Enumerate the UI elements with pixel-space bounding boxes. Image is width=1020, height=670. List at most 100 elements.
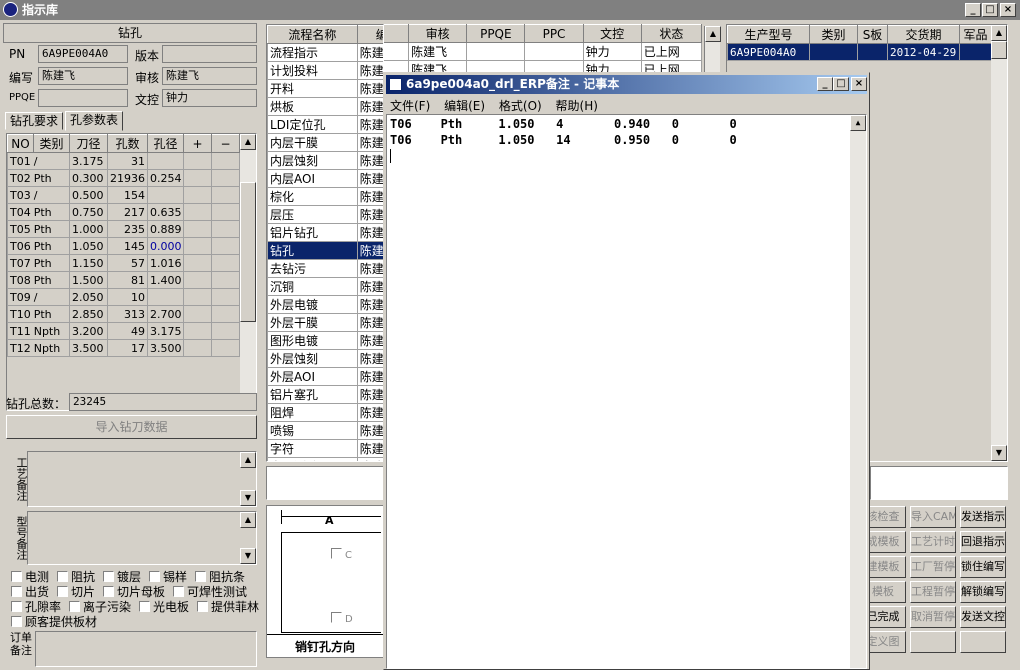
process-name[interactable]: LDI定位孔 xyxy=(267,115,358,134)
action-button[interactable]: 锁住编写 xyxy=(960,556,1006,578)
right-input[interactable] xyxy=(870,466,1008,500)
table-row[interactable]: 钻孔 陈建 xyxy=(267,241,383,260)
scroll-up-icon[interactable]: ▲ xyxy=(240,512,256,528)
menu-file[interactable]: 文件(F) xyxy=(390,99,430,113)
table-row[interactable]: 内层干膜 陈建 xyxy=(267,133,383,152)
scroll-up-icon[interactable]: ▲ xyxy=(850,115,866,131)
action-button[interactable]: 取消暂停 xyxy=(910,606,956,628)
table-row[interactable]: 阻焊 陈建 xyxy=(267,403,383,422)
option-checkbox[interactable]: 提供菲林 xyxy=(197,598,259,615)
review-field[interactable]: 陈建飞 xyxy=(162,67,257,85)
table-row[interactable]: 6A9PE004A0 2012-04-29 xyxy=(727,43,992,61)
action-button[interactable]: 工程暂停 xyxy=(910,581,956,603)
process-name[interactable]: 内层干膜 xyxy=(267,133,358,152)
table-row[interactable]: 喷锡 陈建 xyxy=(267,421,383,440)
notepad-minimize-button[interactable]: _ xyxy=(817,77,833,91)
action-button[interactable]: 发送文控 xyxy=(960,606,1006,628)
order-table-scrollbar[interactable]: ▲ ▼ xyxy=(991,25,1007,461)
scroll-up-icon[interactable]: ▲ xyxy=(705,26,721,42)
table-row[interactable]: 棕化 陈建 xyxy=(267,187,383,206)
process-name[interactable]: 铝片塞孔 xyxy=(267,385,358,404)
pn-field[interactable]: 6A9PE004A0 xyxy=(38,45,128,63)
process-name[interactable]: 字符 xyxy=(267,439,358,458)
table-row[interactable]: T05 Pth 1.000 235 0.889 xyxy=(7,220,240,238)
scroll-down-icon[interactable]: ▼ xyxy=(240,548,256,564)
table-row[interactable]: 字符 陈建 xyxy=(267,439,383,458)
version-field[interactable] xyxy=(162,45,257,63)
checkbox-icon[interactable] xyxy=(173,586,184,597)
process-name[interactable]: 去钻污 xyxy=(267,259,358,278)
minimize-button[interactable]: _ xyxy=(965,3,981,17)
doc-field[interactable]: 钟力 xyxy=(162,89,257,107)
scroll-down-icon[interactable]: ▼ xyxy=(991,445,1007,461)
maximize-button[interactable]: □ xyxy=(982,3,998,17)
table-row[interactable]: T09/2.050 10 xyxy=(7,288,240,306)
checkbox-icon[interactable] xyxy=(57,586,68,597)
action-button[interactable]: 回退指示 xyxy=(960,531,1006,553)
action-button[interactable] xyxy=(910,631,956,653)
table-row[interactable]: 烘板 陈建 xyxy=(267,97,383,116)
table-row[interactable]: 铝片钻孔 陈建 xyxy=(267,223,383,242)
process-name[interactable]: 喷锡 xyxy=(267,421,358,440)
table-row[interactable]: 层压 陈建 xyxy=(267,205,383,224)
process-name[interactable]: 流程指示 xyxy=(267,43,358,62)
action-button[interactable]: 导入CAM xyxy=(910,506,956,528)
process-name[interactable]: 外层干膜 xyxy=(267,313,358,332)
action-button[interactable]: 工艺计时 xyxy=(910,531,956,553)
process-name[interactable]: 外层电镀 xyxy=(267,295,358,314)
table-row[interactable]: T10 Pth 2.850 313 2.700 xyxy=(7,305,240,323)
scroll-thumb[interactable] xyxy=(991,41,1007,59)
process-name[interactable]: 钻孔 xyxy=(267,241,358,260)
table-row[interactable]: T07 Pth 1.150 57 1.016 xyxy=(7,254,240,272)
action-button[interactable]: 发送指示 xyxy=(960,506,1006,528)
scroll-up-icon[interactable]: ▲ xyxy=(240,134,256,150)
option-checkbox[interactable]: 顾客提供板材 xyxy=(11,613,97,630)
total-field[interactable]: 23245 xyxy=(69,393,257,411)
menu-help[interactable]: 帮助(H) xyxy=(556,99,598,113)
checkbox-icon[interactable] xyxy=(149,571,160,582)
import-drill-data-button[interactable]: 导入钻刀数据 xyxy=(6,415,257,439)
pin-checkbox-d[interactable]: D xyxy=(331,612,353,625)
process-input[interactable] xyxy=(266,466,384,500)
table-row[interactable]: 去钻污 陈建 xyxy=(267,259,383,278)
craft-note-textarea[interactable]: ▲ ▼ xyxy=(27,451,257,507)
checkbox-icon[interactable] xyxy=(11,616,22,627)
action-button[interactable] xyxy=(960,631,1006,653)
process-name[interactable]: 烘板 xyxy=(267,97,358,116)
checkbox-icon[interactable] xyxy=(139,601,150,612)
process-name[interactable]: 内层AOI xyxy=(267,169,358,188)
scroll-down-icon[interactable]: ▼ xyxy=(240,490,256,506)
checkbox-icon[interactable] xyxy=(195,571,206,582)
menu-format[interactable]: 格式(O) xyxy=(499,99,542,113)
process-name[interactable]: 棕化 xyxy=(267,187,358,206)
table-row[interactable]: T06 Pth 1.050 145 0.000 xyxy=(7,237,240,255)
table-row[interactable]: T12 Npth 3.500 17 3.500 xyxy=(7,339,240,357)
process-name[interactable]: 外层AOI xyxy=(267,367,358,386)
process-name[interactable]: 计划投料 xyxy=(267,61,358,80)
table-row[interactable]: T02 Pth 0.300 21936 0.254 xyxy=(7,169,240,187)
checkbox-icon[interactable] xyxy=(11,586,22,597)
process-name[interactable]: 铝片钻孔 xyxy=(267,223,358,242)
checkbox-icon[interactable] xyxy=(57,571,68,582)
table-row[interactable]: 电子测试陈建 xyxy=(267,457,383,461)
tab-hole-params[interactable]: 孔参数表 xyxy=(65,111,124,131)
menu-edit[interactable]: 编辑(E) xyxy=(444,99,485,113)
notepad-text-area[interactable]: T06 Pth 1.050 4 0.940 0 0 T06 Pth 1.050 … xyxy=(386,114,867,669)
action-button[interactable]: 工厂暂停 xyxy=(910,556,956,578)
table-row[interactable]: 陈建飞 钟力 已上网 xyxy=(384,42,703,61)
checkbox-icon[interactable] xyxy=(69,601,80,612)
table-row[interactable]: 内层AOI 陈建 xyxy=(267,169,383,188)
option-checkbox[interactable]: 光电板 xyxy=(139,598,189,615)
table-row[interactable]: 外层电镀 陈建 xyxy=(267,295,383,314)
process-name[interactable]: 沉铜 xyxy=(267,277,358,296)
table-row[interactable]: 外层干膜 陈建 xyxy=(267,313,383,332)
checkbox-icon[interactable] xyxy=(103,571,114,582)
process-name[interactable]: 电子测试 xyxy=(267,457,358,461)
table-row[interactable]: 外层AOI 陈建 xyxy=(267,367,383,386)
table-row[interactable]: 陈建飞 钟力 已上网 xyxy=(384,60,703,72)
writer-field[interactable]: 陈建飞 xyxy=(38,67,128,85)
process-name[interactable]: 外层蚀刻 xyxy=(267,349,358,368)
checkbox-icon[interactable] xyxy=(11,601,22,612)
action-button[interactable]: 解锁编写 xyxy=(960,581,1006,603)
checkbox-icon[interactable] xyxy=(103,586,114,597)
